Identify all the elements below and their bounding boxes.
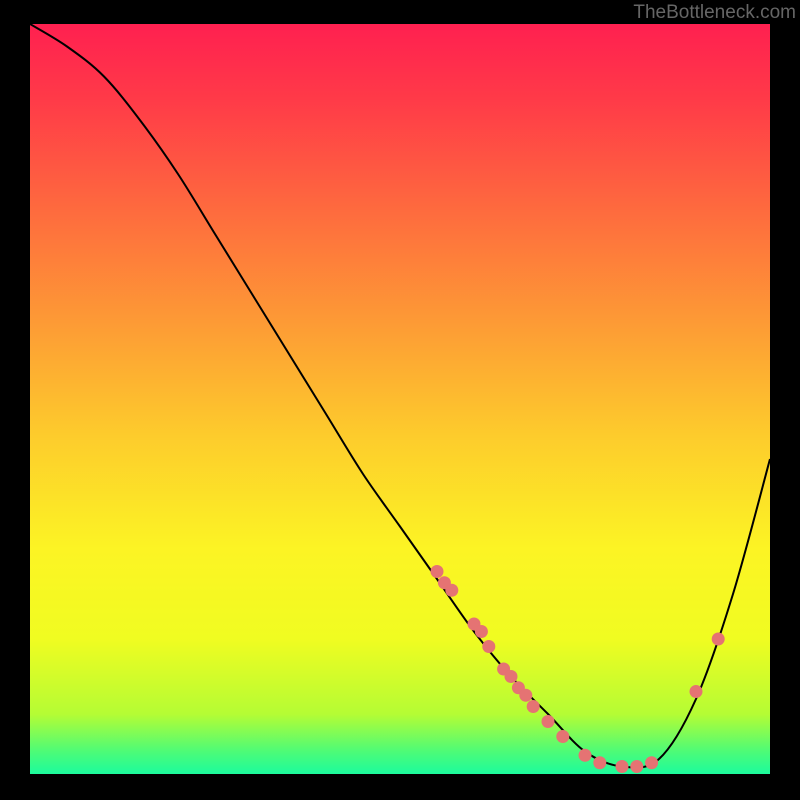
bottleneck-curve [30, 24, 770, 768]
data-point [431, 565, 444, 578]
data-point [475, 625, 488, 638]
data-point [630, 760, 643, 773]
plot-area [30, 24, 770, 774]
data-point [527, 700, 540, 713]
data-point [645, 756, 658, 769]
data-point [519, 689, 532, 702]
data-point [593, 756, 606, 769]
watermark-text: TheBottleneck.com [633, 2, 796, 24]
data-point [505, 670, 518, 683]
data-point [579, 749, 592, 762]
data-point [712, 633, 725, 646]
data-point [556, 730, 569, 743]
data-point [542, 715, 555, 728]
chart-svg [30, 24, 770, 774]
data-point [616, 760, 629, 773]
data-points [431, 565, 725, 773]
data-point [482, 640, 495, 653]
data-point [445, 584, 458, 597]
data-point [690, 685, 703, 698]
